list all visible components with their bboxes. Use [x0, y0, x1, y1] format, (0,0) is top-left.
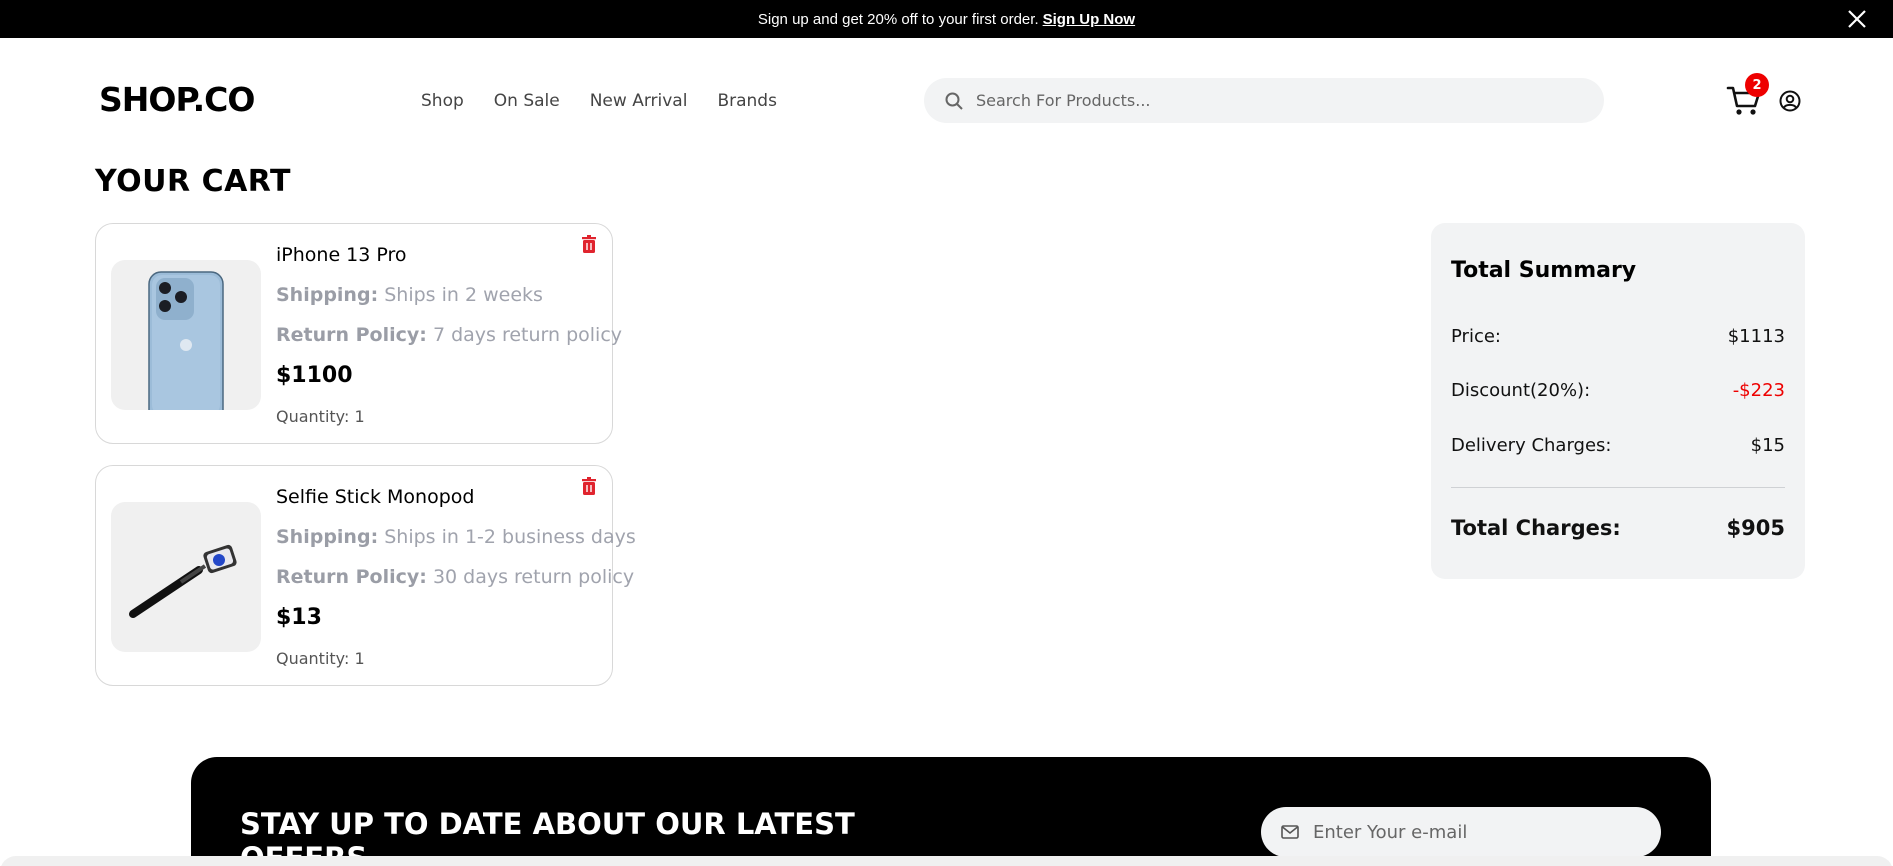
product-image[interactable] — [111, 502, 261, 652]
delivery-label: Delivery Charges: — [1451, 435, 1612, 456]
trash-icon[interactable] — [579, 234, 599, 254]
product-image[interactable] — [111, 260, 261, 410]
main-nav: Shop On Sale New Arrival Brands — [421, 91, 777, 111]
return-policy-info: Return Policy: 7 days return policy — [276, 324, 622, 346]
shipping-info: Shipping: Ships in 1-2 business days — [276, 526, 636, 548]
price-value: $1113 — [1727, 326, 1785, 347]
nav-brands[interactable]: Brands — [717, 91, 777, 111]
logo[interactable]: SHOP.CO — [99, 80, 255, 119]
iphone-image — [148, 271, 224, 410]
cart-count-badge: 2 — [1745, 73, 1769, 97]
product-price: $1100 — [276, 363, 353, 388]
search-bar[interactable] — [924, 78, 1604, 123]
cart-item: iPhone 13 Pro Shipping: Ships in 2 weeks… — [95, 223, 622, 444]
search-icon — [945, 92, 963, 110]
product-name[interactable]: iPhone 13 Pro — [276, 244, 407, 266]
nav-shop[interactable]: Shop — [421, 91, 464, 111]
shipping-info: Shipping: Ships in 2 weeks — [276, 284, 543, 306]
total-label: Total Charges: — [1451, 516, 1621, 540]
product-quantity: Quantity: 1 — [276, 649, 365, 668]
product-name[interactable]: Selfie Stick Monopod — [276, 486, 474, 508]
return-policy-value: 7 days return policy — [432, 324, 623, 346]
selfie-stick-image — [129, 544, 237, 618]
promo-banner: Sign up and get 20% off to your first or… — [0, 0, 1893, 38]
summary-total-row: Total Charges: $905 — [1451, 516, 1785, 540]
discount-value: -$223 — [1732, 380, 1785, 401]
email-field[interactable] — [1261, 807, 1661, 857]
promo-text: Sign up and get 20% off to your first or… — [757, 10, 1039, 28]
shipping-label: Shipping: — [276, 526, 379, 548]
summary-divider — [1451, 487, 1785, 488]
mail-icon — [1281, 825, 1299, 839]
discount-label: Discount(20%): — [1451, 380, 1591, 401]
page-title: YOUR CART — [95, 164, 292, 199]
order-summary: Total Summary Price: $1113 Discount(20%)… — [1431, 223, 1805, 579]
price-label: Price: — [1451, 326, 1501, 347]
footer-edge — [0, 856, 1893, 866]
summary-title: Total Summary — [1451, 258, 1637, 283]
total-value: $905 — [1726, 516, 1785, 540]
newsletter-section: STAY UP TO DATE ABOUT OUR LATEST OFFERS — [191, 757, 1711, 866]
nav-new-arrival[interactable]: New Arrival — [590, 91, 688, 111]
summary-discount-row: Discount(20%): -$223 — [1451, 380, 1785, 401]
return-policy-label: Return Policy: — [276, 566, 427, 588]
return-policy-value: 30 days return policy — [432, 566, 635, 588]
shipping-label: Shipping: — [276, 284, 379, 306]
return-policy-label: Return Policy: — [276, 324, 427, 346]
email-input[interactable] — [1313, 821, 1643, 843]
cart-item: Selfie Stick Monopod Shipping: Ships in … — [95, 465, 636, 686]
shipping-value: Ships in 1-2 business days — [384, 526, 636, 548]
return-policy-info: Return Policy: 30 days return policy — [276, 566, 634, 588]
user-icon[interactable] — [1779, 90, 1801, 112]
close-icon[interactable] — [1845, 7, 1869, 31]
sign-up-link[interactable]: Sign Up Now — [1043, 11, 1136, 28]
product-price: $13 — [276, 605, 322, 630]
nav-on-sale[interactable]: On Sale — [494, 91, 560, 111]
summary-price-row: Price: $1113 — [1451, 326, 1785, 347]
delivery-value: $15 — [1750, 435, 1785, 456]
summary-delivery-row: Delivery Charges: $15 — [1451, 435, 1785, 456]
product-quantity: Quantity: 1 — [276, 407, 365, 426]
trash-icon[interactable] — [579, 476, 599, 496]
shipping-value: Ships in 2 weeks — [384, 284, 543, 306]
search-input[interactable] — [976, 91, 1576, 110]
